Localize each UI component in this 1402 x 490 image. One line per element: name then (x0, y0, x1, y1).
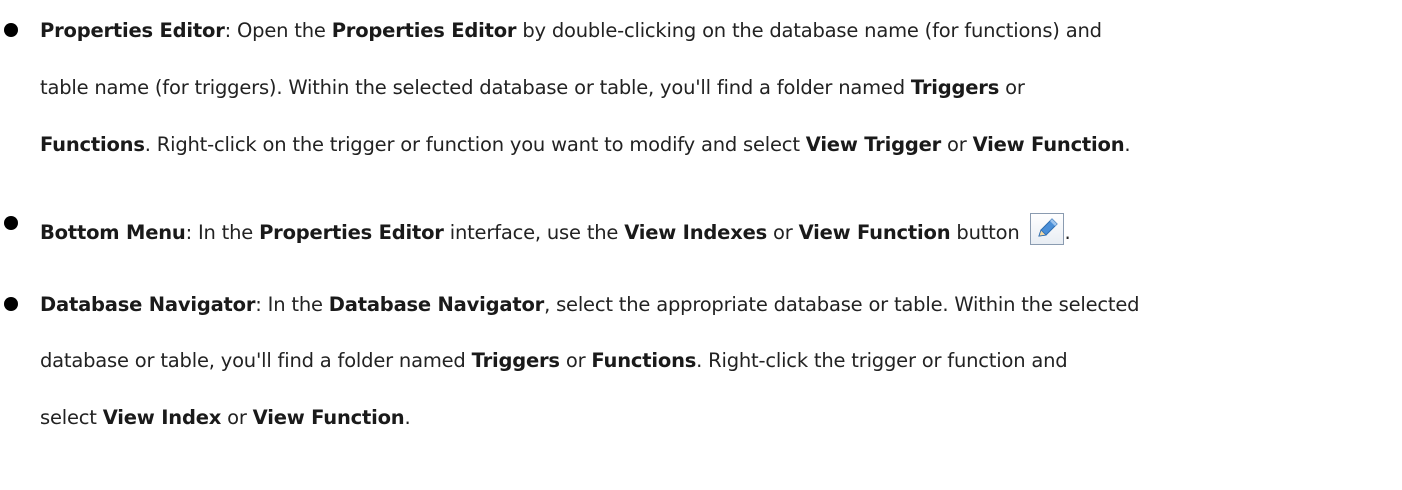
text-run: or (767, 221, 799, 244)
pencil-edit-icon (1029, 213, 1064, 245)
bold-term: View Function (252, 406, 405, 429)
text-line: select View Index or View Function. (40, 406, 411, 430)
pencil-icon (1037, 218, 1058, 237)
document-body: Properties Editor: Open the Properties E… (0, 0, 1402, 490)
text-run: . (1124, 133, 1131, 156)
bold-term: Triggers (910, 76, 1000, 99)
text-run: by double-clicking on the database name … (516, 19, 1102, 42)
bold-term: Properties Editor (259, 221, 444, 244)
bold-term: Functions (40, 133, 145, 156)
text-line: database or table, you'll find a folder … (40, 349, 1068, 373)
bold-term: View Function (972, 133, 1125, 156)
bullet-icon (4, 297, 18, 311)
text-run: table name (for triggers). Within the se… (40, 76, 911, 99)
bold-term: Database Navigator (40, 293, 256, 316)
text-run: or (941, 133, 973, 156)
text-run: or (559, 349, 592, 372)
text-run: . (1064, 221, 1071, 244)
text-line: table name (for triggers). Within the se… (40, 76, 1025, 100)
text-run: . Right-click the trigger or function an… (696, 349, 1068, 372)
bold-term: Database Navigator (328, 293, 545, 316)
bold-term: Triggers (471, 349, 560, 372)
text-run: : In the (185, 221, 260, 244)
text-run: : Open the (224, 19, 332, 42)
bold-term: Functions (591, 349, 697, 372)
text-run: or (221, 406, 253, 429)
bold-term: Bottom Menu (40, 221, 186, 244)
text-run: button (950, 221, 1026, 244)
text-run: database or table, you'll find a folder … (40, 349, 472, 372)
bullet-icon (4, 23, 18, 37)
text-run: . (404, 406, 411, 429)
bold-term: Properties Editor (331, 19, 517, 42)
text-line: Bottom Menu: In the Properties Editor in… (40, 213, 1071, 245)
text-run: or (999, 76, 1025, 99)
bold-term: Properties Editor (40, 19, 225, 42)
text-run: select (40, 406, 103, 429)
text-run: interface, use the (443, 221, 625, 244)
bold-term: View Trigger (805, 133, 942, 156)
bold-term: View Indexes (624, 221, 768, 244)
bold-term: View Index (102, 406, 222, 429)
bold-term: View Function (798, 221, 951, 244)
text-line: Database Navigator: In the Database Navi… (40, 293, 1140, 317)
text-line: Functions. Right-click on the trigger or… (40, 133, 1131, 157)
text-line: Properties Editor: Open the Properties E… (40, 19, 1102, 43)
text-run: . Right-click on the trigger or function… (144, 133, 806, 156)
text-run: : In the (255, 293, 329, 316)
bullet-icon (4, 216, 18, 230)
text-run: , select the appropriate database or tab… (544, 293, 1140, 316)
